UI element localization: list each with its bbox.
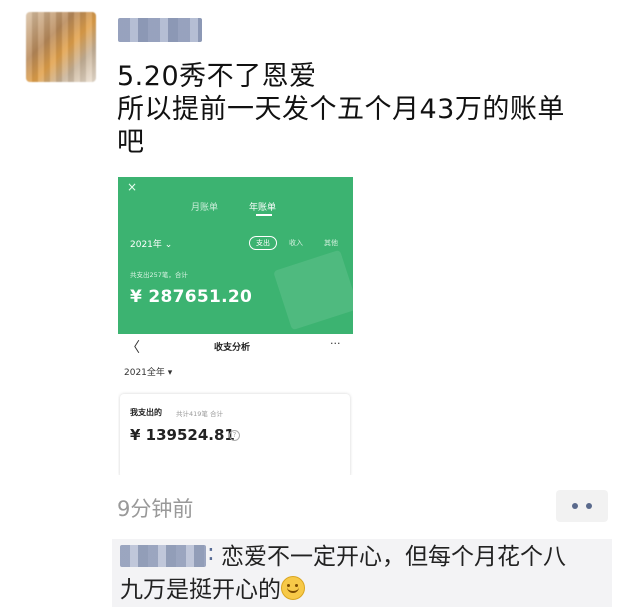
year-select: 2021年 ⌄ — [130, 240, 173, 250]
total-amount: ¥ 287651.20 — [130, 287, 253, 307]
info-icon: ? — [229, 430, 240, 441]
bill-header-panel: × 月账单 年账单 2021年 ⌄ 支出 收入 其他 共支出257笔，合计 ¥ … — [118, 177, 353, 334]
expense-card-title: 我支出的 — [130, 408, 162, 417]
like-comment-menu-button[interactable] — [556, 490, 608, 522]
year-range-select: 2021全年 ▾ — [124, 368, 173, 378]
comment-line-2: 九万是挺开心的 — [120, 577, 281, 603]
tab-monthly-bill: 月账单 — [191, 203, 219, 213]
author-avatar[interactable] — [26, 12, 96, 82]
expense-card-amount: ¥ 139524.81 — [130, 426, 235, 444]
comment-line-1: 恋爱不一定开心，但每个月花个八 — [221, 544, 566, 570]
comment-line-2-wrap: 九万是挺开心的 — [120, 574, 604, 607]
post-text: 5.20秀不了恩爱 所以提前一天发个五个月43万的账单 吧 — [117, 60, 617, 159]
post-line-1: 5.20秀不了恩爱 — [117, 61, 317, 92]
chip-income: 收入 — [289, 239, 303, 247]
back-icon: 〈 — [126, 340, 140, 356]
decorative-card-graphic — [273, 249, 353, 331]
dot-icon — [572, 503, 578, 509]
post-line-3: 吧 — [117, 127, 145, 158]
tab-yearly-bill: 年账单 — [249, 203, 277, 213]
expense-summary: 共支出257笔，合计 — [130, 271, 188, 279]
chip-expense: 支出 — [249, 236, 277, 250]
more-icon: ··· — [330, 337, 341, 350]
post-timestamp: 9分钟前 — [117, 497, 194, 521]
smile-icon — [281, 576, 305, 600]
expense-card-count: 共计419笔 合计 — [176, 410, 223, 418]
active-tab-indicator — [256, 214, 272, 216]
post-image[interactable]: × 月账单 年账单 2021年 ⌄ 支出 收入 其他 共支出257笔，合计 ¥ … — [118, 177, 353, 475]
comment[interactable]: 恋爱不一定开心，但每个月花个八 九万是挺开心的 — [120, 541, 604, 607]
close-icon: × — [127, 180, 138, 194]
chip-other: 其他 — [324, 239, 338, 247]
dot-icon — [586, 503, 592, 509]
analysis-page-title: 收支分析 — [214, 343, 251, 353]
post-line-2: 所以提前一天发个五个月43万的账单 — [117, 94, 565, 125]
author-name-blurred[interactable] — [118, 18, 202, 42]
